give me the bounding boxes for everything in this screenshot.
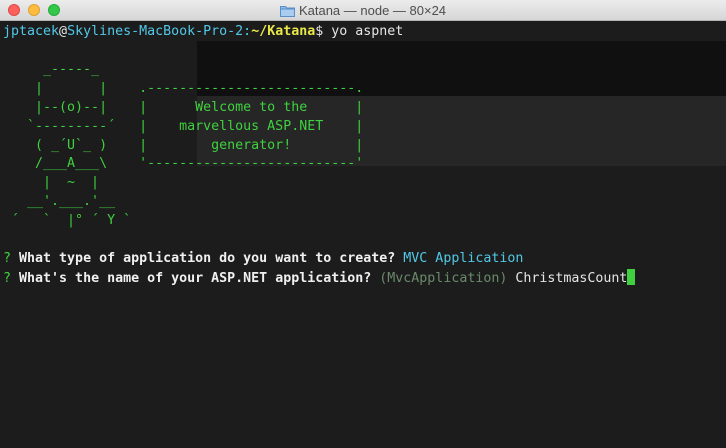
terminal-content[interactable]: jptacek@Skylines-MacBook-Pro-2:~/Katana$… (0, 21, 726, 448)
window-title: Katana — node — 80×24 (0, 0, 726, 21)
ascii-art-line: `---------´ | marvellous ASP.NET | (3, 119, 364, 134)
prompt-at: @ (59, 24, 68, 39)
question-text: What type of application do you want to … (11, 251, 396, 266)
prompt-user: jptacek (3, 24, 60, 39)
prompt-path: ~/Katana (251, 24, 316, 39)
question-marker: ? (3, 271, 12, 286)
ascii-art-line: _-----_ (3, 62, 100, 77)
prompt-command: yo aspnet (323, 24, 404, 39)
question-input[interactable]: ChristmasCount (507, 271, 627, 286)
ascii-art-line: __'.___.'__ (3, 194, 116, 209)
ascii-art-line: | | .--------------------------. (3, 81, 364, 96)
folder-icon (279, 5, 295, 17)
prompt-host: Skylines-MacBook-Pro-2: (67, 24, 252, 39)
ascii-art-line: ( _´U`_ ) | generator! | (3, 138, 364, 153)
window-title-text: Katana — node — 80×24 (298, 3, 447, 18)
ascii-art-line: /___A___\ '--------------------------' (3, 156, 364, 171)
question-answer: MVC Application (395, 251, 524, 266)
question-marker: ? (3, 251, 12, 266)
prompt-line: jptacek@Skylines-MacBook-Pro-2:~/Katana$… (3, 23, 403, 42)
ascii-art-line: |--(o)--| | Welcome to the | (3, 100, 364, 115)
question-text: What's the name of your ASP.NET applicat… (11, 271, 372, 286)
ascii-art-line: ´ ` |° ´ Y ` (3, 213, 132, 228)
question-line: ? What's the name of your ASP.NET applic… (3, 269, 636, 288)
ascii-art-line: | ~ | (3, 175, 100, 190)
terminal-window: Katana — node — 80×24 jptacek@Skylines-M… (0, 0, 726, 448)
text-cursor (627, 269, 636, 285)
question-default: (MvcApplication) (371, 271, 508, 286)
title-bar[interactable]: Katana — node — 80×24 (0, 0, 726, 21)
question-line: ? What type of application do you want t… (3, 250, 523, 269)
